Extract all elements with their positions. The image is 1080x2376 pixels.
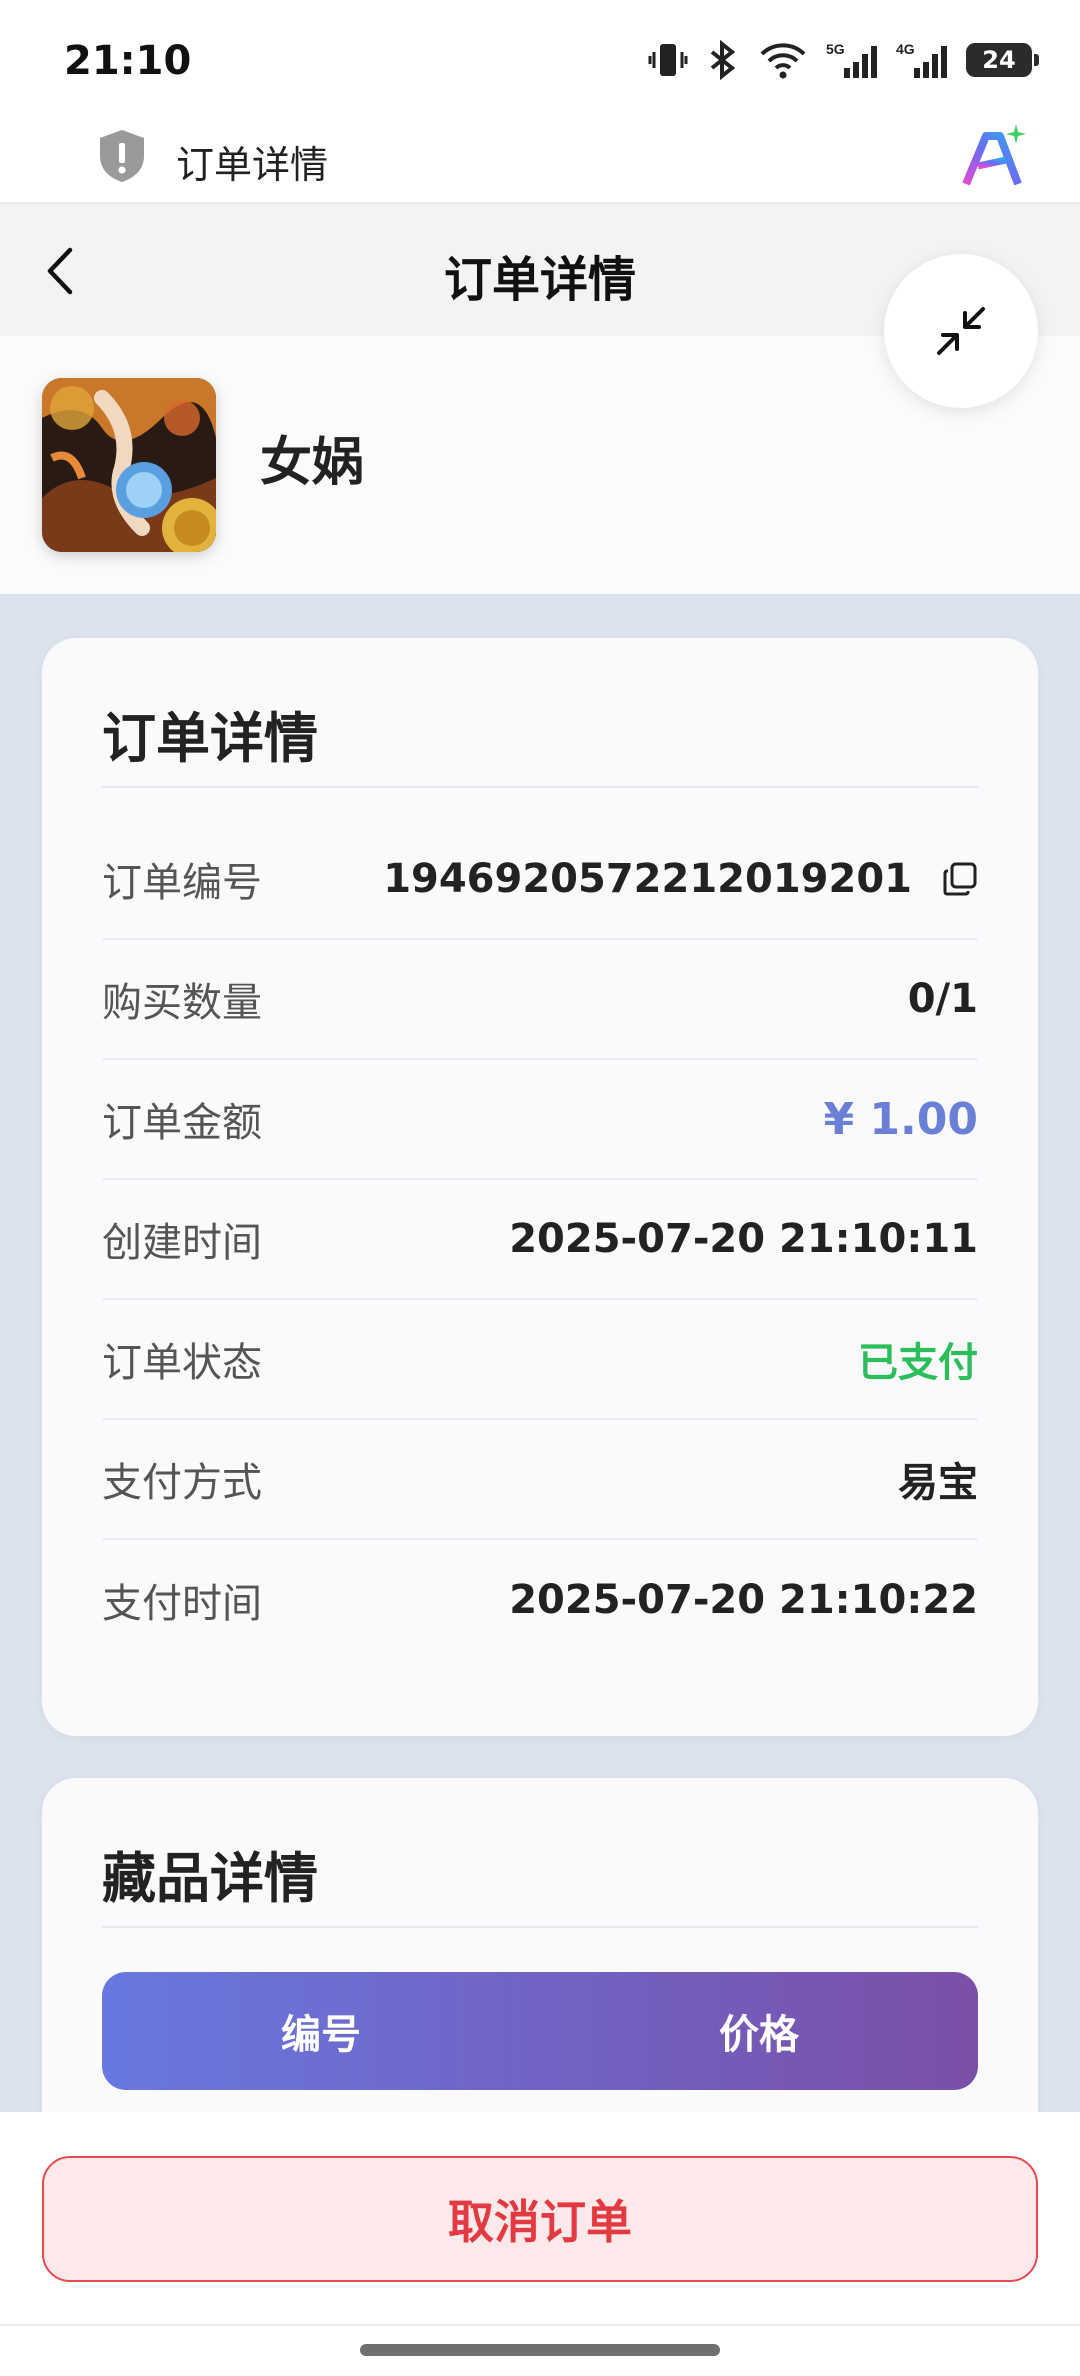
product-thumbnail[interactable] bbox=[42, 378, 216, 552]
cancel-order-button[interactable]: 取消订单 bbox=[42, 2156, 1038, 2282]
shield-warning-icon[interactable] bbox=[96, 126, 148, 186]
row-label: 创建时间 bbox=[102, 1220, 262, 1266]
collapse-button[interactable] bbox=[884, 254, 1038, 408]
order-card-title: 订单详情 bbox=[102, 707, 318, 770]
home-indicator[interactable] bbox=[360, 2344, 720, 2356]
row-label: 购买数量 bbox=[102, 980, 262, 1026]
vibrate-icon bbox=[648, 44, 688, 76]
collectible-table-header: 编号 价格 bbox=[102, 1972, 978, 2090]
payment-time-value: 2025-07-20 21:10:22 bbox=[509, 1577, 978, 1623]
divider bbox=[0, 2324, 1080, 2326]
row-label: 订单编号 bbox=[102, 860, 262, 906]
order-details-card: 订单详情 订单编号 1946920572212019201 购买数量 0/1 订… bbox=[42, 638, 1038, 1736]
row-label: 订单状态 bbox=[102, 1340, 262, 1386]
ai-assistant-icon[interactable] bbox=[956, 120, 1030, 194]
copy-icon[interactable] bbox=[942, 861, 978, 897]
order-number: 1946920572212019201 bbox=[383, 856, 912, 902]
signal-5g-icon: 5G bbox=[826, 41, 877, 78]
quantity-value: 0/1 bbox=[907, 976, 978, 1022]
status-bar: 21:10 5G 4G 24 bbox=[0, 0, 1080, 126]
collapse-icon bbox=[937, 307, 985, 355]
amount-value: ¥ 1.00 bbox=[823, 1093, 979, 1145]
status-icons: 5G 4G 24 bbox=[648, 40, 1039, 80]
product-name: 女娲 bbox=[260, 433, 365, 493]
wifi-icon bbox=[760, 43, 806, 79]
bottom-action-bar: 取消订单 bbox=[0, 2112, 1080, 2376]
row-payment-time: 支付时间 2025-07-20 21:10:22 bbox=[102, 1540, 978, 1660]
svg-text:5G: 5G bbox=[826, 41, 845, 57]
browser-title: 订单详情 bbox=[176, 143, 329, 187]
browser-bar: 订单详情 bbox=[0, 124, 1080, 204]
svg-text:4G: 4G bbox=[896, 41, 915, 57]
row-created-time: 创建时间 2025-07-20 21:10:11 bbox=[102, 1180, 978, 1300]
row-label: 支付时间 bbox=[102, 1581, 262, 1627]
column-number: 编号 bbox=[281, 2012, 361, 2058]
status-value: 已支付 bbox=[858, 1340, 978, 1386]
row-label: 订单金额 bbox=[102, 1100, 262, 1146]
row-order-number: 订单编号 1946920572212019201 bbox=[102, 820, 978, 940]
row-quantity: 购买数量 0/1 bbox=[102, 940, 978, 1060]
signal-4g-icon: 4G bbox=[896, 41, 947, 78]
bluetooth-icon bbox=[710, 40, 736, 80]
order-number-value: 1946920572212019201 bbox=[383, 856, 978, 902]
row-label: 支付方式 bbox=[102, 1460, 262, 1506]
divider bbox=[102, 786, 978, 788]
created-time-value: 2025-07-20 21:10:11 bbox=[509, 1216, 978, 1262]
collectible-card-title: 藏品详情 bbox=[102, 1847, 318, 1910]
divider bbox=[102, 1926, 978, 1928]
row-payment-method: 支付方式 易宝 bbox=[102, 1420, 978, 1540]
row-status: 订单状态 已支付 bbox=[102, 1300, 978, 1420]
battery-icon: 24 bbox=[966, 43, 1039, 77]
status-time: 21:10 bbox=[64, 38, 192, 84]
payment-method-value: 易宝 bbox=[898, 1460, 978, 1506]
column-price: 价格 bbox=[719, 2012, 799, 2058]
row-amount: 订单金额 ¥ 1.00 bbox=[102, 1060, 978, 1180]
